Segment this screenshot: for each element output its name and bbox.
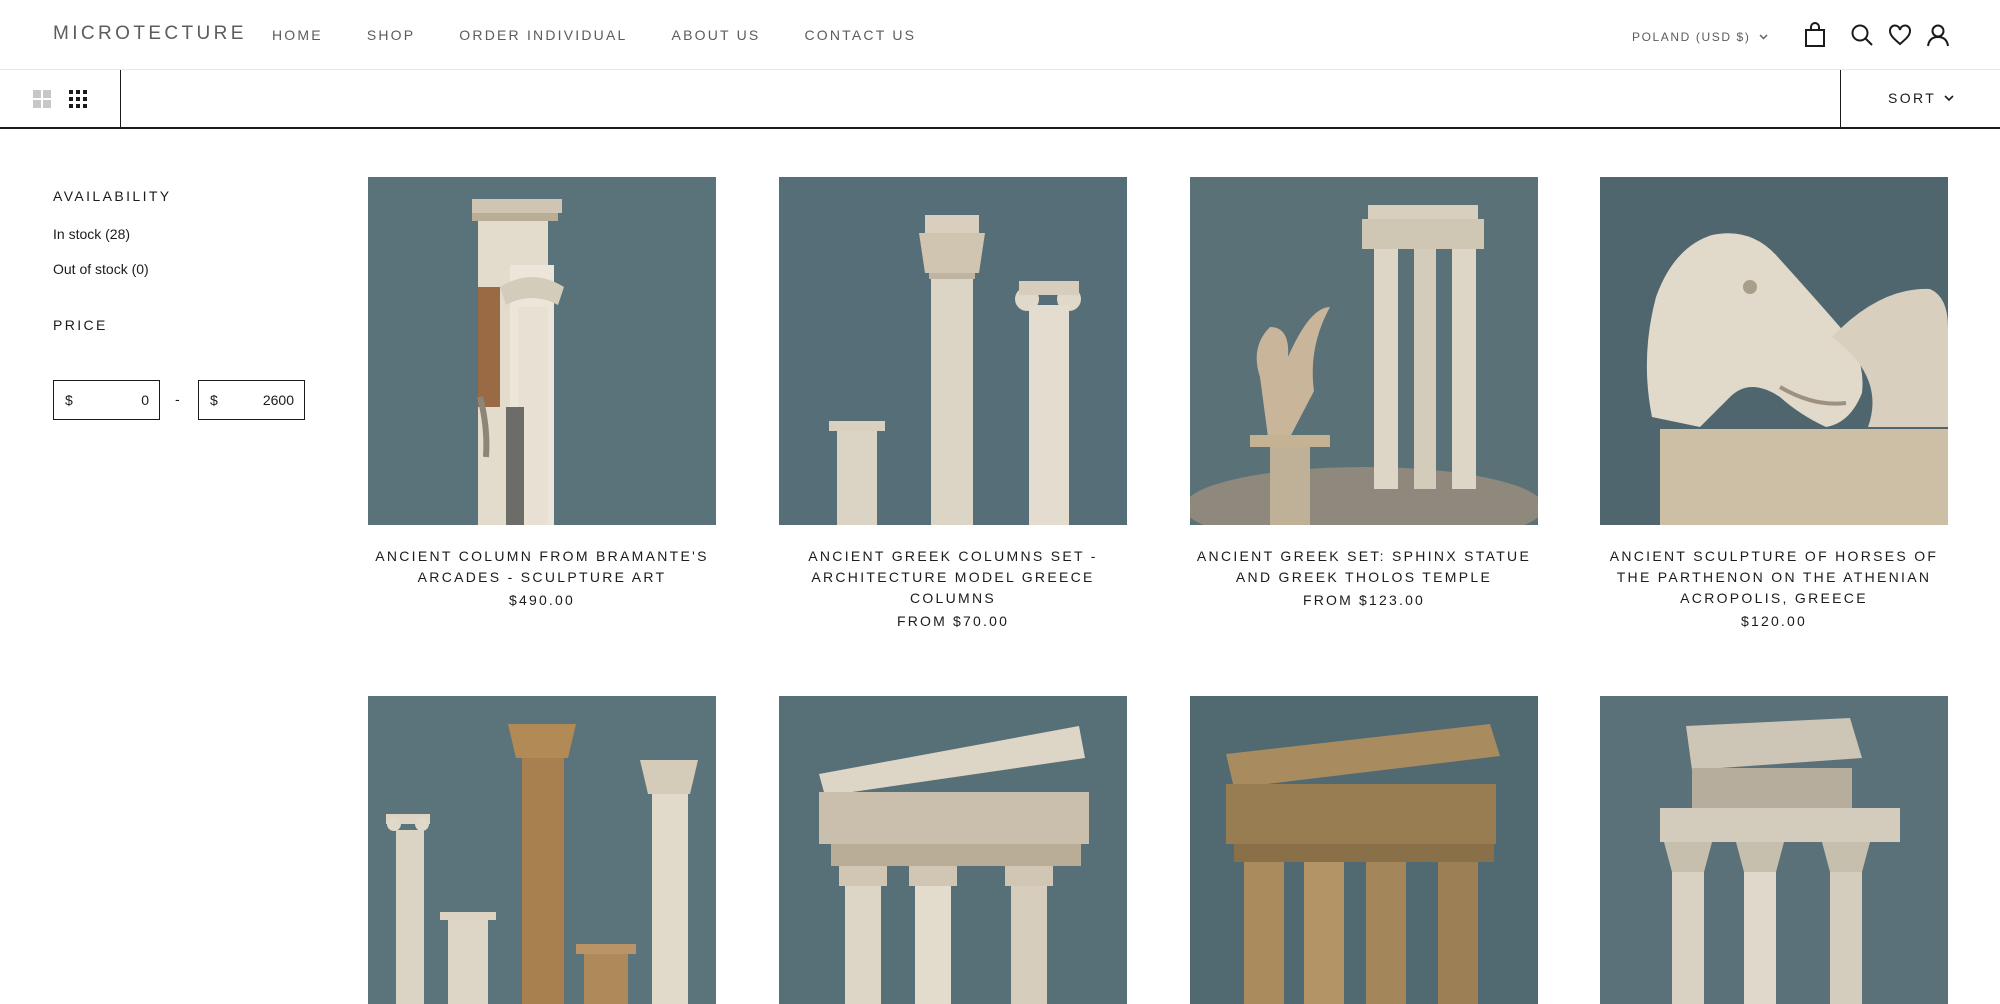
sort-cell: SORT [1840, 70, 2000, 127]
product-card[interactable] [1600, 696, 1948, 1004]
product-price: FROM $123.00 [1302, 592, 1426, 608]
sphinx-tholos-photo [1190, 177, 1538, 525]
product-card[interactable]: ANCIENT SCULPTURE OF HORSES OF THE PARTH… [1600, 177, 1948, 637]
price-max-input[interactable] [224, 389, 294, 411]
filter-out-of-stock[interactable]: Out of stock (0) [53, 261, 149, 277]
product-title[interactable]: ANCIENT COLUMN FROM BRAMANTE'S ARCADES -… [368, 546, 716, 588]
user-icon[interactable] [1925, 22, 1951, 48]
collection-toolbar: SORT [0, 70, 2000, 129]
availability-title: AVAILABILITY [53, 188, 172, 204]
product-card[interactable]: ANCIENT GREEK COLUMNS SET - ARCHITECTURE… [779, 177, 1127, 637]
product-card[interactable] [368, 696, 716, 1004]
parthenon-horses-photo [1600, 177, 1948, 525]
corinthian-ruin-photo [1600, 696, 1948, 1004]
product-card[interactable]: ANCIENT GREEK SET: SPHINX STATUE AND GRE… [1190, 177, 1538, 617]
product-title[interactable]: ANCIENT GREEK COLUMNS SET - ARCHITECTURE… [779, 546, 1127, 609]
price-max-field: $ [198, 380, 305, 420]
product-price: $120.00 [1740, 613, 1807, 629]
cart-icon[interactable] [1802, 22, 1828, 48]
price-min-field: $ [53, 380, 160, 420]
product-image[interactable] [1600, 177, 1948, 525]
locale-label: POLAND (USD $) [1632, 30, 1751, 44]
product-image[interactable] [1190, 696, 1538, 1004]
doric-ruin-photo [1190, 696, 1538, 1004]
nav-order-individual[interactable]: ORDER INDIVIDUAL [459, 27, 627, 43]
view-mode-switcher [0, 70, 121, 127]
price-range-separator: - [175, 391, 180, 407]
chevron-down-icon [1944, 94, 1954, 101]
greek-columns-photo [779, 177, 1127, 525]
product-title[interactable]: ANCIENT GREEK SET: SPHINX STATUE AND GRE… [1190, 546, 1538, 588]
price-title: PRICE [53, 317, 108, 333]
nav-contact-us[interactable]: CONTACT US [804, 27, 916, 43]
grid-2-icon[interactable] [31, 88, 53, 110]
site-header: MICROTECTURE HOME SHOP ORDER INDIVIDUAL … [0, 0, 2000, 70]
grid-4-icon[interactable] [67, 88, 89, 110]
chevron-down-icon [1759, 34, 1768, 40]
product-image[interactable] [779, 177, 1127, 525]
product-image[interactable] [1190, 177, 1538, 525]
currency-symbol: $ [210, 392, 218, 408]
column-arcade-photo [368, 177, 716, 525]
product-image[interactable] [368, 177, 716, 525]
search-icon[interactable] [1849, 22, 1875, 48]
currency-symbol: $ [65, 392, 73, 408]
product-image[interactable] [368, 696, 716, 1004]
sort-button[interactable]: SORT [1888, 90, 1954, 106]
nav-about-us[interactable]: ABOUT US [672, 27, 761, 43]
product-title[interactable]: ANCIENT SCULPTURE OF HORSES OF THE PARTH… [1600, 546, 1948, 609]
product-price: FROM $70.00 [896, 613, 1010, 629]
heart-icon[interactable] [1887, 22, 1913, 48]
product-image[interactable] [1600, 696, 1948, 1004]
temple-corner-photo [779, 696, 1127, 1004]
nav-shop[interactable]: SHOP [367, 27, 415, 43]
filter-in-stock[interactable]: In stock (28) [53, 226, 130, 242]
product-price: $490.00 [508, 592, 575, 608]
product-card[interactable] [1190, 696, 1538, 1004]
price-min-input[interactable] [79, 389, 149, 411]
locale-selector[interactable]: POLAND (USD $) [1632, 30, 1768, 44]
main-nav: HOME SHOP ORDER INDIVIDUAL ABOUT US CONT… [272, 27, 960, 43]
sort-label: SORT [1888, 90, 1937, 106]
column-set-photo [368, 696, 716, 1004]
product-card[interactable] [779, 696, 1127, 1004]
nav-home[interactable]: HOME [272, 27, 323, 43]
site-logo[interactable]: MICROTECTURE [53, 23, 247, 45]
product-card[interactable]: ANCIENT COLUMN FROM BRAMANTE'S ARCADES -… [368, 177, 716, 617]
product-image[interactable] [779, 696, 1127, 1004]
